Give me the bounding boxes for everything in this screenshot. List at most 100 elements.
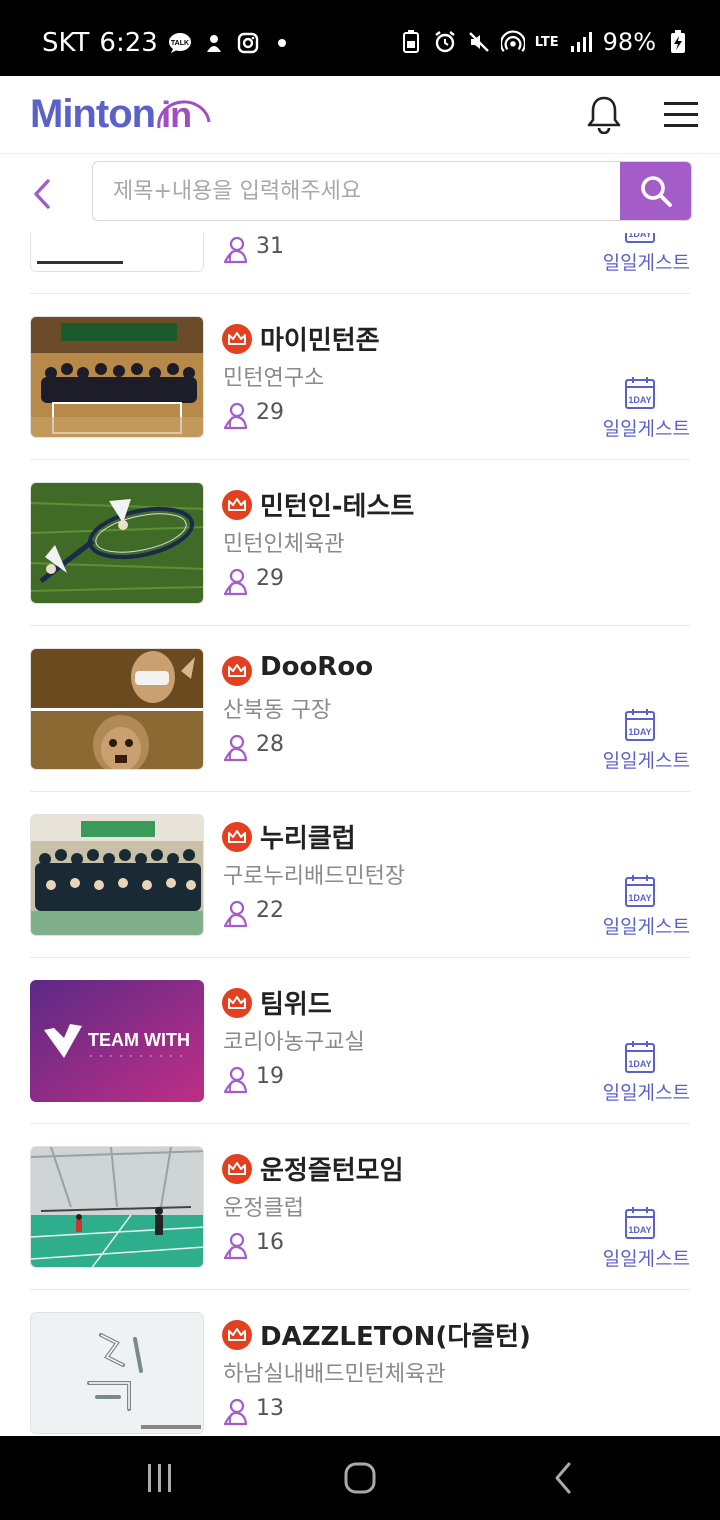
member-count: 19	[256, 1064, 284, 1089]
daily-guest-label: 일일게스트	[602, 1248, 690, 1270]
member-count: 16	[256, 1230, 284, 1255]
battery-charging-icon	[666, 30, 690, 54]
club-list: 31 1DAY 일일게스트 마이민턴존 민턴연구소 29 1DAY 일일게스트	[30, 233, 690, 1436]
club-name: 팀위드	[260, 990, 332, 1020]
calendar-1day-icon: 1DAY	[625, 233, 655, 243]
daily-guest-label: 일일게스트	[602, 916, 690, 938]
daily-guest-badge: 1DAY 일일게스트	[590, 233, 690, 274]
logo-text: Minton	[30, 92, 156, 136]
crown-icon	[222, 1154, 252, 1184]
club-location: 운정클럽	[223, 1196, 304, 1221]
club-name: 누리클럽	[260, 824, 356, 854]
svg-text:TEAM WITH: TEAM WITH	[88, 1030, 190, 1050]
daily-guest-label: 일일게스트	[602, 750, 690, 772]
app-logo[interactable]: Minton in	[30, 92, 211, 137]
status-left: SKT 6:23 TALK	[42, 28, 294, 58]
club-name: DAZZLETON(다즐턴)	[260, 1322, 531, 1352]
network-label: LTE	[534, 34, 559, 50]
members-icon	[222, 900, 248, 928]
club-location: 코리아농구교실	[223, 1030, 365, 1055]
club-thumbnail	[30, 814, 204, 936]
recent-apps-icon[interactable]	[140, 1458, 180, 1498]
club-thumbnail	[30, 1312, 204, 1434]
club-thumbnail	[30, 648, 204, 770]
members-icon	[222, 236, 248, 264]
club-name: 민턴인-테스트	[260, 492, 415, 522]
dot-icon	[270, 31, 294, 55]
svg-text:1DAY: 1DAY	[628, 233, 651, 239]
crown-icon	[222, 822, 252, 852]
club-name: DooRoo	[260, 652, 374, 682]
hotspot-icon	[500, 30, 525, 54]
crown-icon	[222, 1320, 252, 1350]
club-location: 하남실내배드민턴체육관	[223, 1362, 446, 1387]
logo-suffix: in	[157, 94, 211, 136]
svg-text:1DAY: 1DAY	[628, 727, 651, 737]
hamburger-menu-icon[interactable]	[664, 100, 698, 130]
member-count: 22	[256, 898, 284, 923]
battery-percent: 98%	[602, 28, 656, 56]
home-icon[interactable]	[340, 1458, 380, 1498]
member-count: 29	[256, 566, 284, 591]
club-name: 운정즐턴모임	[260, 1156, 404, 1186]
list-item[interactable]: 운정즐턴모임 운정클럽 16 1DAY 일일게스트	[30, 1124, 690, 1290]
daily-guest-badge: 1DAY 일일게스트	[590, 1040, 690, 1104]
svg-text:1DAY: 1DAY	[628, 893, 651, 903]
daily-guest-label: 일일게스트	[602, 1082, 690, 1104]
list-item[interactable]: 민턴인-테스트 민턴인체육관 29	[30, 460, 690, 626]
members-icon	[222, 402, 248, 430]
crown-icon	[222, 324, 252, 354]
search-button[interactable]	[620, 162, 691, 220]
calendar-1day-icon: 1DAY	[625, 1207, 655, 1239]
members-icon	[222, 734, 248, 762]
search-icon	[640, 176, 672, 207]
app-header: Minton in	[0, 76, 720, 154]
crown-icon	[222, 656, 252, 686]
svg-text:1DAY: 1DAY	[628, 1059, 651, 1069]
crown-icon	[222, 490, 252, 520]
bell-icon[interactable]	[584, 94, 624, 135]
club-thumbnail	[30, 1146, 204, 1268]
list-item[interactable]: 누리클럽 구로누리배드민턴장 22 1DAY 일일게스트	[30, 792, 690, 958]
club-location: 민턴연구소	[223, 366, 325, 391]
list-item[interactable]: 마이민턴존 민턴연구소 29 1DAY 일일게스트	[30, 294, 690, 460]
instagram-icon	[236, 31, 260, 55]
club-thumbnail	[30, 482, 204, 604]
daily-guest-badge: 1DAY 일일게스트	[590, 708, 690, 772]
search-row	[0, 155, 720, 233]
svg-text:TALK: TALK	[171, 40, 189, 47]
member-count: 28	[256, 732, 284, 757]
club-thumbnail: TEAM WITH	[30, 980, 204, 1102]
svg-text:1DAY: 1DAY	[628, 1225, 651, 1235]
list-item[interactable]: TEAM WITH 팀위드 코리아농구교실 19 1DAY 일일게스트	[30, 958, 690, 1124]
back-chevron-icon[interactable]	[28, 177, 58, 211]
lock-battery-icon	[399, 30, 423, 54]
daily-guest-badge: 1DAY 일일게스트	[590, 874, 690, 938]
status-bar: SKT 6:23 TALK LTE 98%	[0, 0, 720, 76]
system-nav-bar	[0, 1436, 720, 1520]
club-location: 구로누리배드민턴장	[223, 864, 406, 889]
calendar-1day-icon: 1DAY	[625, 377, 655, 409]
search-box	[92, 161, 692, 221]
status-right: LTE 98%	[399, 28, 690, 56]
back-nav-icon[interactable]	[544, 1458, 584, 1498]
search-input[interactable]	[93, 162, 621, 220]
list-item[interactable]: DooRoo 산북동 구장 28 1DAY 일일게스트	[30, 626, 690, 792]
club-thumbnail	[30, 316, 204, 438]
members-icon	[222, 1398, 248, 1426]
club-name: 마이민턴존	[260, 326, 380, 356]
list-item[interactable]: DAZZLETON(다즐턴) 하남실내배드민턴체육관 13	[30, 1290, 690, 1436]
mute-icon	[467, 30, 491, 54]
member-count: 29	[256, 400, 284, 425]
talk-icon: TALK	[168, 31, 192, 55]
daily-guest-label: 일일게스트	[602, 418, 690, 440]
carrier-label: SKT	[42, 28, 90, 58]
member-count: 31	[256, 234, 284, 259]
crown-icon	[222, 988, 252, 1018]
member-count: 13	[256, 1396, 284, 1421]
members-icon	[222, 1232, 248, 1260]
daily-guest-badge: 1DAY 일일게스트	[590, 1206, 690, 1270]
calendar-1day-icon: 1DAY	[625, 875, 655, 907]
list-item[interactable]: 31 1DAY 일일게스트	[30, 233, 690, 294]
daily-guest-badge: 1DAY 일일게스트	[590, 376, 690, 440]
